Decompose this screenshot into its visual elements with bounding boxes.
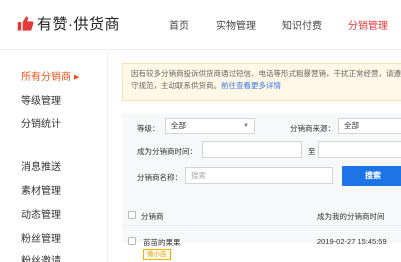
join-time-start-input[interactable] xyxy=(202,141,302,158)
sidebar: 所有分销商 ▶ 等级管理 分销统计 消息推送 素材管理 动态管理 粉丝管理 粉丝邀… xyxy=(0,51,108,262)
row-checkbox[interactable] xyxy=(128,237,136,245)
main-content: 因有较多分销商投诉供货商通过短信、电话等形式粗暴营销，干扰正常经营，请遵守规范，… xyxy=(109,51,401,262)
column-header-distributor: 分销商 xyxy=(141,212,164,221)
source-label: 分销商来源： xyxy=(290,124,335,133)
level-select[interactable]: 全部 ▼ xyxy=(165,118,255,134)
caret-right-icon: ▶ xyxy=(74,74,80,81)
top-bar: 有赞·供货商 首页 实物管理 知识付费 分销管理 xyxy=(0,0,401,50)
notice-banner: 因有较多分销商投诉供货商通过短信、电话等形式粗暴营销，干扰正常经营，请遵守规范，… xyxy=(122,63,401,101)
join-time-label: 成为分销商时间： xyxy=(137,147,197,156)
sidebar-item-all-distributors[interactable]: 所有分销商 ▶ xyxy=(21,68,79,83)
search-button[interactable]: 搜索 xyxy=(342,166,401,186)
nav-distribution[interactable]: 分销管理 xyxy=(348,17,388,32)
logo-text: 有赞·供货商 xyxy=(37,16,120,33)
nav-knowledge-payment[interactable]: 知识付费 xyxy=(282,17,322,32)
select-all-checkbox[interactable] xyxy=(128,211,136,219)
thumbs-up-icon xyxy=(17,16,34,31)
sidebar-item-fans-invite[interactable]: 粉丝邀请 xyxy=(21,252,61,262)
logo[interactable]: 有赞·供货商 xyxy=(17,13,120,34)
table-header: 分销商 成为我的分销商时间 xyxy=(122,204,401,226)
column-header-join-time: 成为我的分销商时间 xyxy=(317,212,385,221)
source-select-value: 全部 xyxy=(344,121,359,130)
sidebar-item-level-management[interactable]: 等级管理 xyxy=(21,92,61,107)
table-row: 苗苗的果果 微小店 2019-02-27 15:45:59 xyxy=(122,232,401,262)
sidebar-item-material-management[interactable]: 素材管理 xyxy=(21,182,61,197)
sidebar-item-distribution-stats[interactable]: 分销统计 xyxy=(21,115,61,130)
nav-physical-goods[interactable]: 实物管理 xyxy=(216,17,256,32)
level-label: 等级： xyxy=(137,124,160,133)
sidebar-item-feed-management[interactable]: 动态管理 xyxy=(21,206,61,221)
notice-link[interactable]: 前往查看更多详情 xyxy=(221,81,281,90)
distributor-name[interactable]: 苗苗的果果 xyxy=(143,237,181,248)
sidebar-item-message-push[interactable]: 消息推送 xyxy=(21,158,61,173)
sidebar-item-label: 所有分销商 xyxy=(21,72,71,83)
caret-down-icon: ▼ xyxy=(243,123,249,129)
shop-type-badge: 微小店 xyxy=(143,249,171,260)
nav-home[interactable]: 首页 xyxy=(169,17,189,32)
level-select-value: 全部 xyxy=(171,121,186,130)
join-time: 2019-02-27 15:45:59 xyxy=(317,237,387,246)
distributor-name-search-input[interactable]: 搜索 xyxy=(185,167,333,184)
time-separator: 至 xyxy=(308,147,316,156)
join-time-end-input[interactable] xyxy=(318,141,401,158)
sidebar-item-fans-management[interactable]: 粉丝管理 xyxy=(21,230,61,245)
source-select[interactable]: 全部 xyxy=(338,118,401,134)
distributor-name-label: 分销商名称： xyxy=(137,173,182,182)
